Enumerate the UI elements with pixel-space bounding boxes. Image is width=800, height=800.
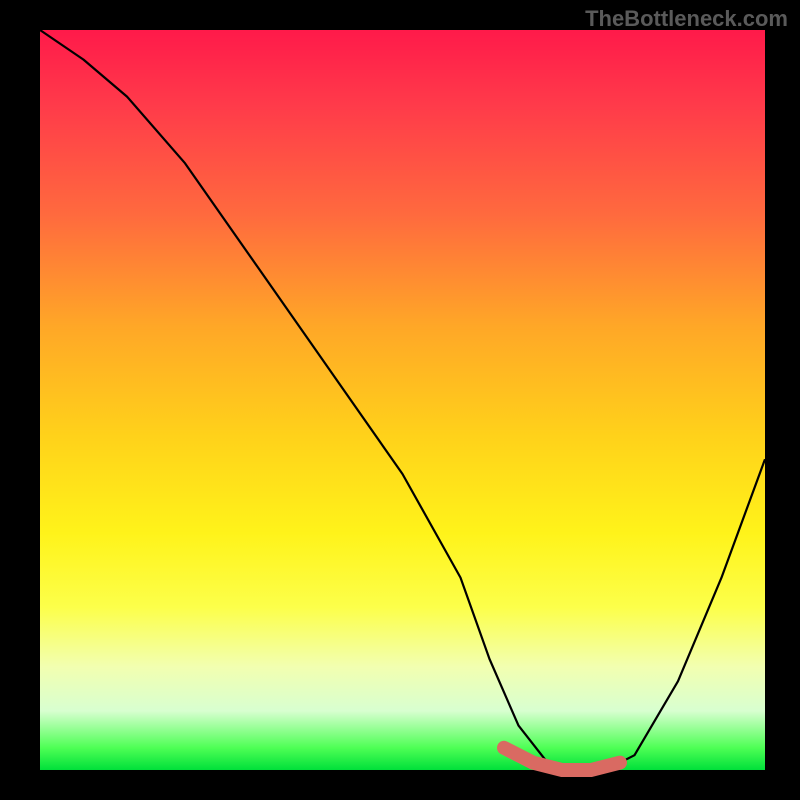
watermark-text: TheBottleneck.com (585, 6, 788, 32)
highlight-segment (504, 748, 620, 770)
chart-svg (40, 30, 765, 770)
bottleneck-curve (40, 30, 765, 770)
plot-area (40, 30, 765, 770)
